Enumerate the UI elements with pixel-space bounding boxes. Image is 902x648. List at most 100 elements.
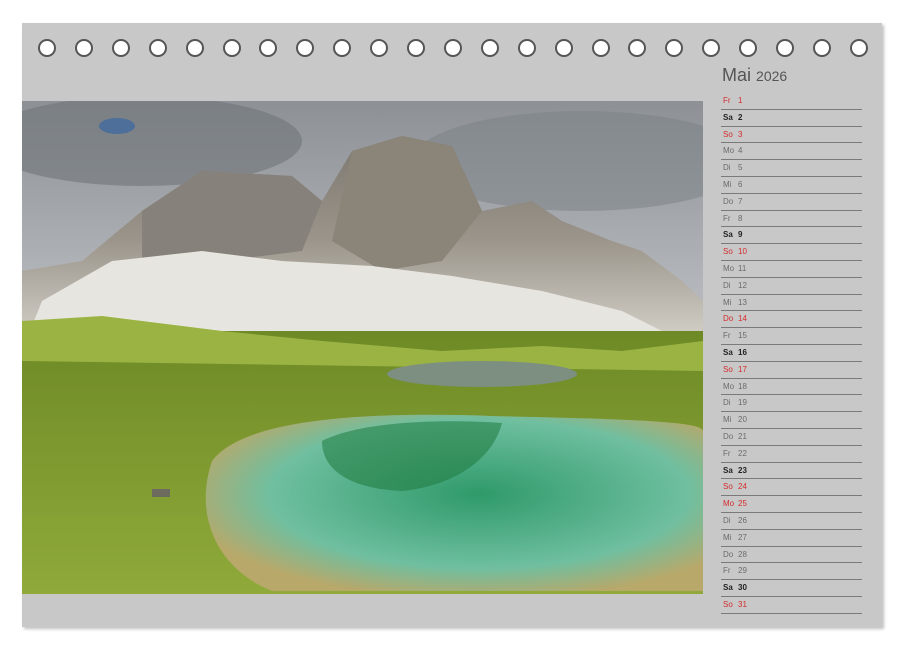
day-number: 5: [738, 163, 743, 173]
day-row: Mo 25: [721, 496, 862, 513]
weekday-label: Sa: [723, 347, 733, 357]
day-row: Fr 1: [721, 93, 862, 110]
day-number: 16: [738, 347, 747, 357]
weekday-label: Di: [723, 515, 731, 525]
day-number: 8: [738, 213, 743, 223]
day-number: 23: [738, 465, 747, 475]
weekday-label: Fr: [723, 566, 731, 576]
weekday-label: Do: [723, 196, 734, 206]
binding-hole: [370, 39, 389, 57]
day-row: Mo 11: [721, 261, 862, 278]
day-row: Sa 2: [721, 110, 862, 127]
weekday-label: Mi: [723, 532, 732, 542]
binding-hole: [776, 39, 794, 57]
weekday-label: Mi: [723, 415, 732, 425]
day-number: 15: [738, 331, 747, 341]
day-number: 17: [738, 364, 747, 374]
binding-hole: [591, 39, 610, 57]
binding-hole: [111, 39, 130, 57]
binding-hole: [849, 39, 868, 57]
weekday-label: Fr: [723, 96, 731, 105]
month-name: Mai: [722, 65, 752, 85]
weekday-label: Mi: [723, 297, 732, 307]
binding-hole: [333, 39, 352, 57]
day-row: So 31: [721, 597, 862, 614]
day-number: 31: [738, 599, 747, 609]
day-number: 18: [738, 381, 747, 391]
day-row: Mi 6: [721, 177, 862, 194]
binding-hole: [517, 39, 536, 57]
day-number: 4: [738, 146, 743, 156]
day-number: 13: [738, 297, 747, 307]
binding-hole: [739, 39, 758, 57]
day-number: 14: [738, 314, 747, 324]
day-number: 20: [738, 415, 747, 425]
day-number: 12: [738, 280, 747, 290]
day-row: Mi 27: [721, 530, 862, 547]
day-number: 29: [738, 566, 747, 576]
binding-hole: [148, 39, 167, 57]
binding-hole: [665, 39, 684, 57]
weekday-label: So: [723, 364, 733, 374]
day-row: Fr 8: [721, 211, 862, 228]
year: 2026: [756, 68, 788, 84]
day-row: Mo 18: [721, 379, 862, 396]
day-row: Fr 15: [721, 328, 862, 345]
weekday-label: So: [723, 129, 733, 139]
binding-hole: [74, 39, 93, 57]
day-row: Do 28: [721, 547, 862, 564]
day-row: Do 7: [721, 194, 862, 211]
weekday-label: Do: [723, 549, 734, 559]
weekday-label: Mo: [723, 499, 735, 509]
weekday-label: Sa: [723, 230, 733, 240]
calendar-page: Mai 2026 Fr 1 Sa 2 So 3 Mo 4 Di 5 Mi 6 Do 7 Fr 8 Sa 9 So 10…: [22, 23, 882, 627]
weekday-label: So: [723, 247, 733, 257]
day-number: 30: [738, 583, 747, 593]
day-row: Do 14: [721, 311, 862, 329]
day-number: 10: [738, 247, 747, 257]
day-number: 25: [738, 499, 747, 509]
day-number: 26: [738, 515, 747, 525]
day-row: Sa 9: [721, 227, 862, 245]
weekday-label: Fr: [723, 448, 731, 458]
weekday-label: Sa: [723, 465, 733, 475]
weekday-label: Di: [723, 163, 731, 173]
binding-hole: [259, 39, 278, 57]
weekday-label: Mo: [723, 381, 735, 391]
day-number: 6: [738, 179, 743, 189]
day-row: Mo 4: [721, 143, 862, 161]
day-number: 19: [738, 398, 747, 408]
day-number: 28: [738, 549, 747, 559]
day-row: Do 21: [721, 429, 862, 446]
day-row: Sa 23: [721, 463, 862, 480]
weekday-label: Di: [723, 280, 731, 290]
day-number: 9: [738, 230, 743, 240]
weekday-label: Mi: [723, 179, 732, 189]
day-number: 2: [738, 112, 743, 122]
binding-hole: [443, 39, 462, 57]
binding-hole: [185, 39, 204, 57]
month-title: Mai 2026: [722, 65, 787, 86]
weekday-label: So: [723, 482, 733, 492]
day-list: Fr 1 Sa 2 So 3 Mo 4 Di 5 Mi 6 Do 7 Fr 8 Sa 9 So 10 Mo 11 Di 12 M…: [721, 93, 862, 614]
weekday-label: Di: [723, 398, 731, 408]
weekday-label: Sa: [723, 112, 733, 122]
day-row: Di 5: [721, 160, 862, 177]
day-number: 1: [738, 96, 743, 105]
binding-hole: [407, 39, 425, 57]
day-number: 7: [738, 196, 743, 206]
day-number: 3: [738, 129, 743, 139]
weekday-label: So: [723, 599, 733, 609]
day-number: 24: [738, 482, 747, 492]
day-row: Di 19: [721, 395, 862, 413]
day-number: 11: [738, 263, 747, 273]
day-row: So 24: [721, 479, 862, 497]
binding-hole: [628, 39, 647, 57]
day-row: Mi 13: [721, 295, 862, 312]
day-row: Di 12: [721, 278, 862, 295]
binding-hole: [296, 39, 315, 57]
day-row: So 17: [721, 362, 862, 379]
day-row: Mi 20: [721, 412, 862, 429]
day-row: Fr 29: [721, 563, 862, 581]
binding-hole: [222, 39, 241, 57]
